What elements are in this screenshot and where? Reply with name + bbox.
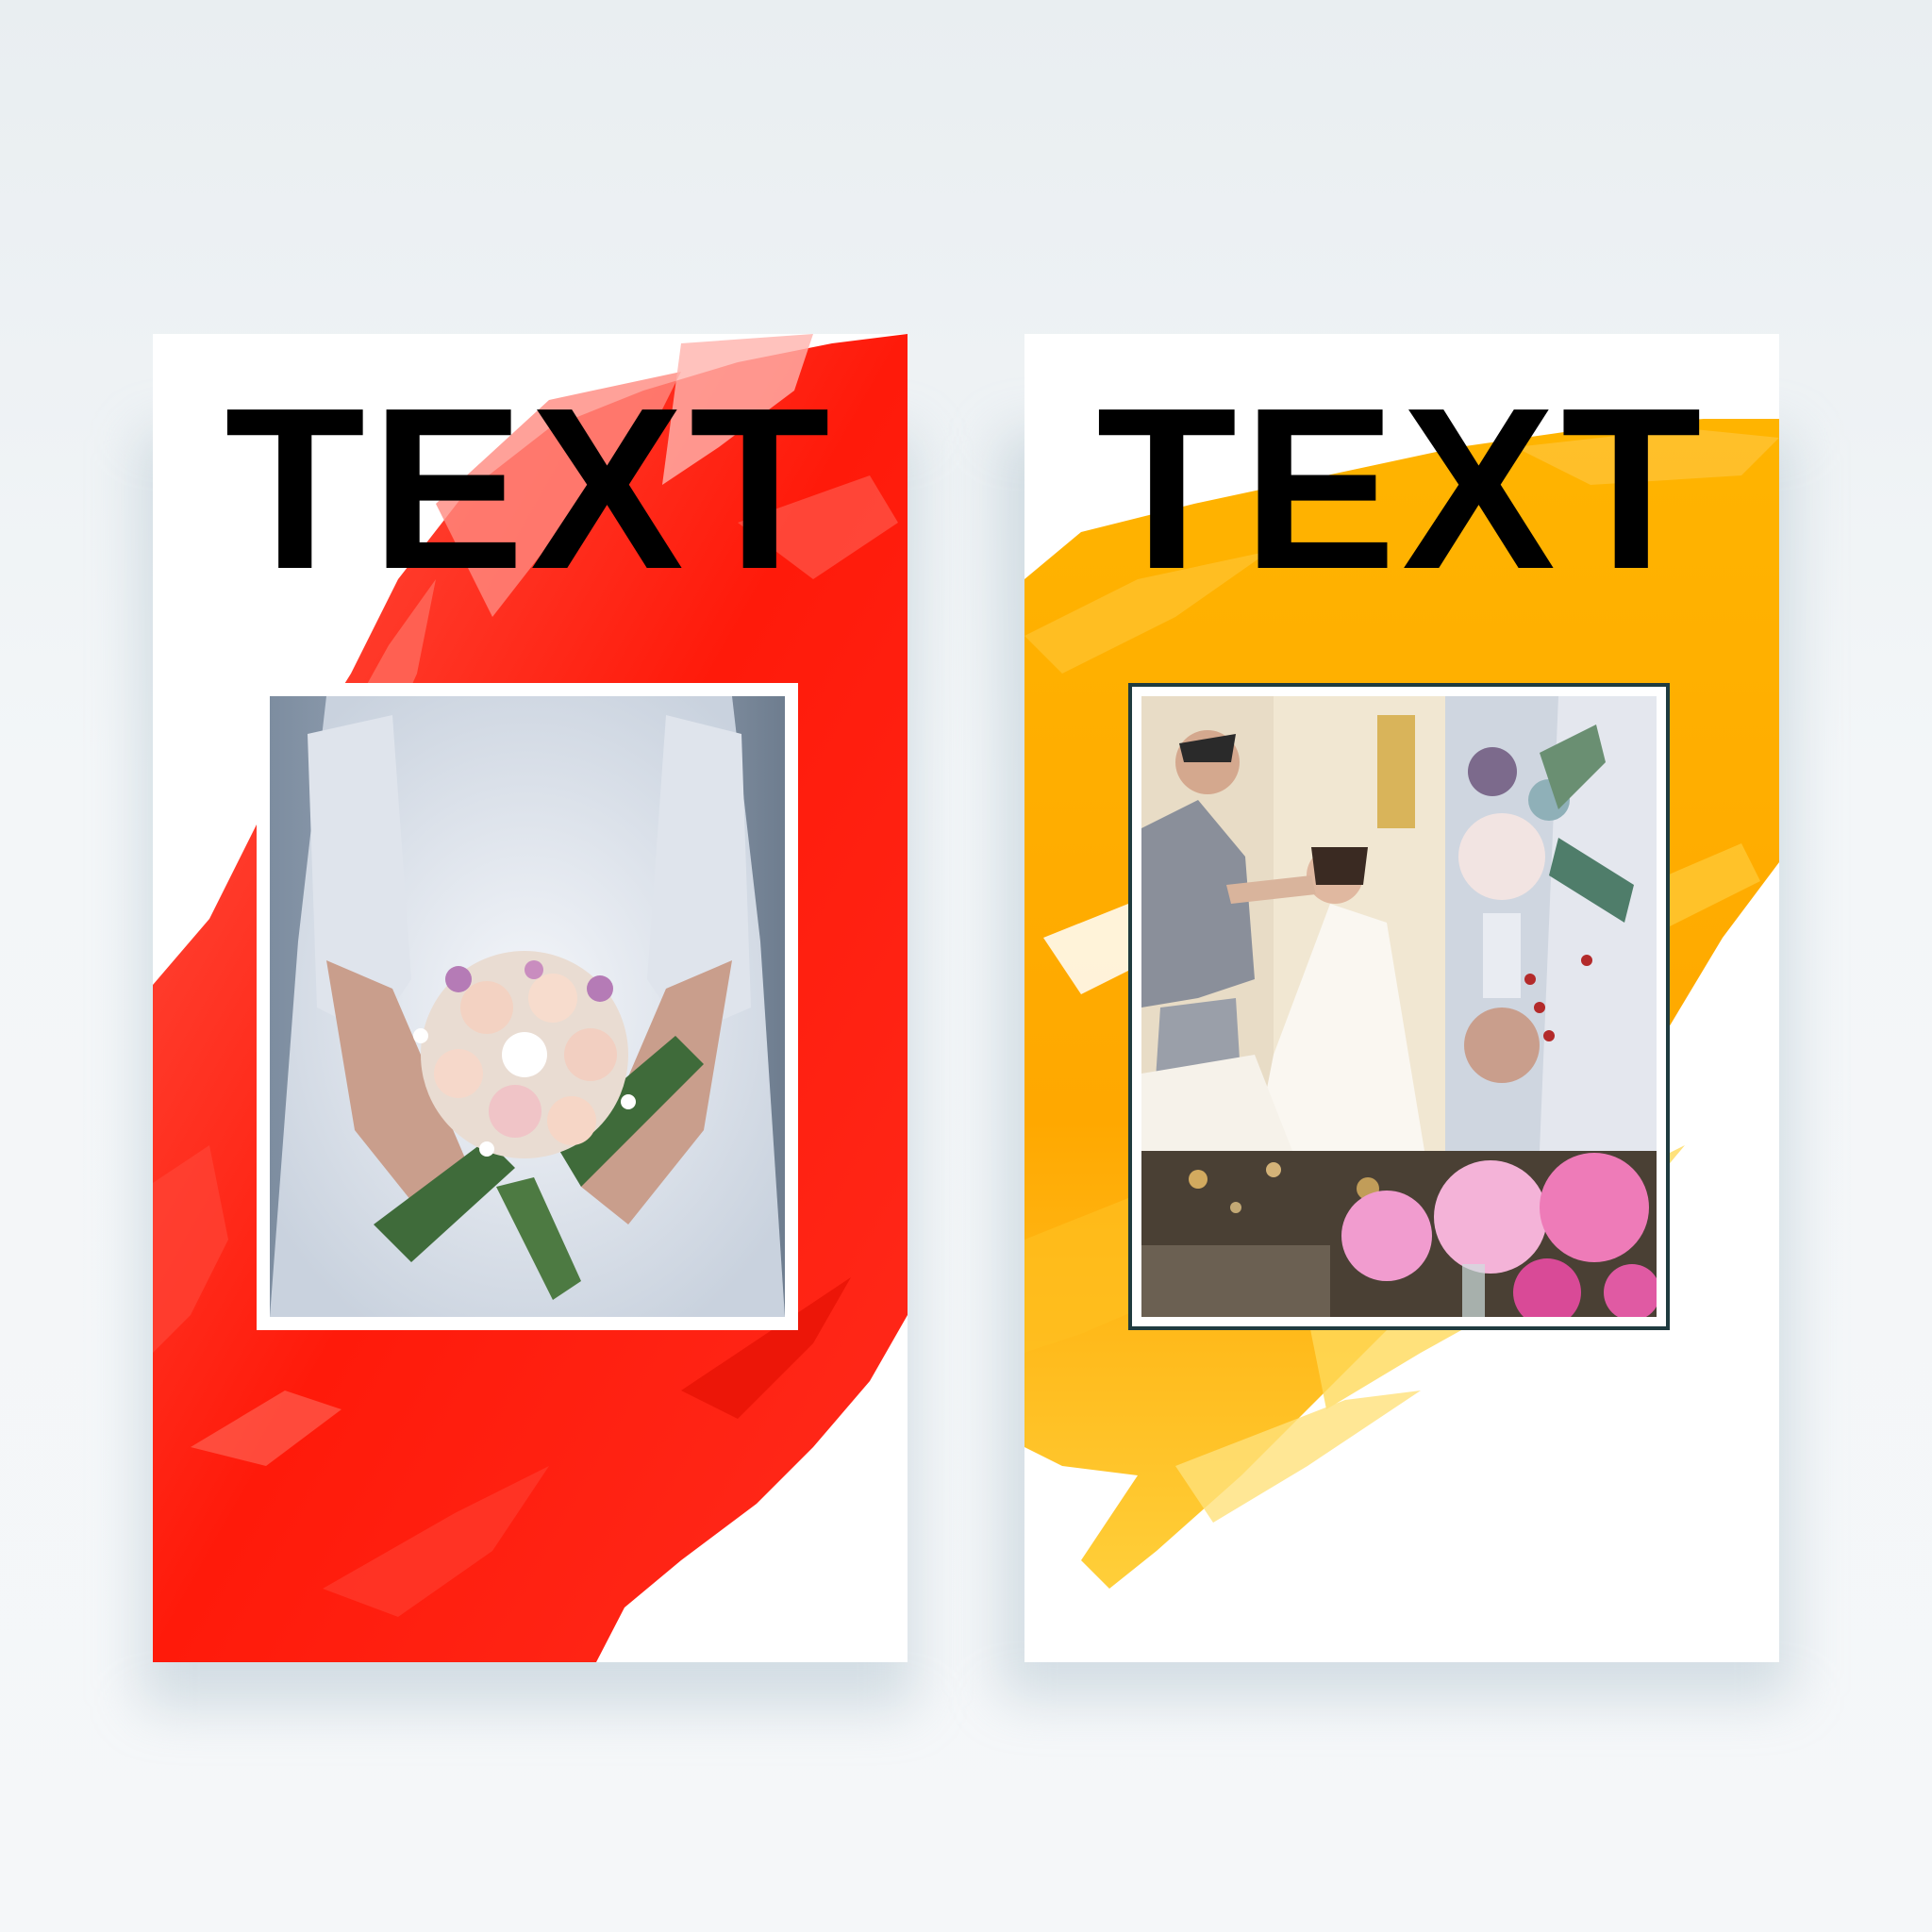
photo-collage [1141,696,1657,1317]
bridal-bouquet-photo[interactable] [270,696,785,1317]
photo-collage-frame [1128,683,1670,1330]
flyer-card-orange[interactable]: TEXT [1024,334,1779,1662]
card-title[interactable]: TEXT [153,374,908,604]
bouquet-image [270,696,785,1317]
bouquet-closeup-photo[interactable] [1445,696,1657,1151]
photo-frame [257,683,798,1330]
flower-decor-image [1141,1151,1657,1317]
bouquet-closeup-image [1445,696,1657,1151]
flyer-card-red[interactable]: TEXT [153,334,908,1662]
couple-photo[interactable] [1141,696,1445,1151]
couple-image [1141,696,1445,1151]
pink-flower-decor-photo[interactable] [1141,1151,1657,1317]
card-title[interactable]: TEXT [1024,374,1779,604]
